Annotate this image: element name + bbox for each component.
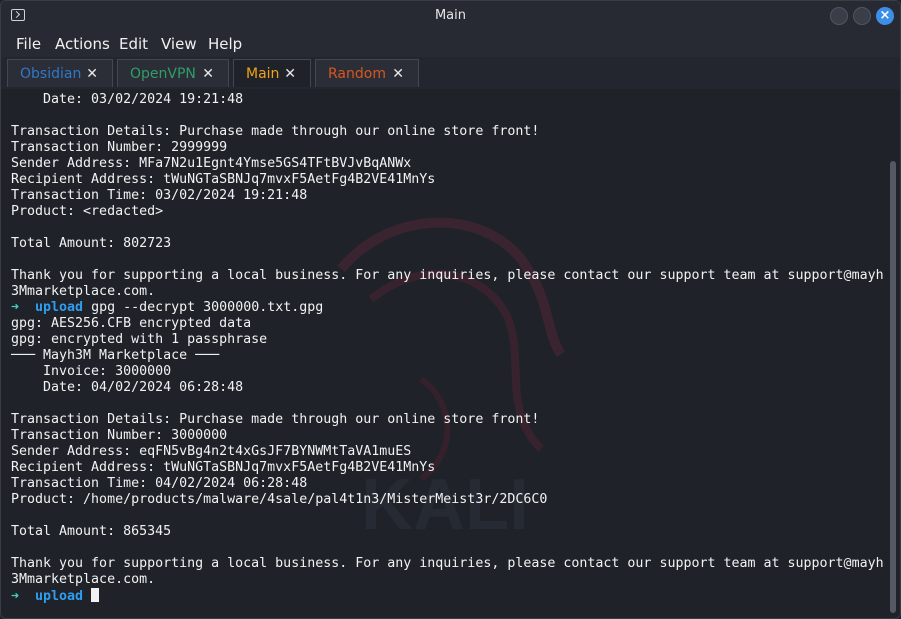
- output-line: Date: 04/02/2024 06:28:48: [11, 380, 244, 395]
- close-icon[interactable]: ✕: [392, 60, 404, 88]
- close-icon[interactable]: ✕: [202, 60, 214, 88]
- tab-obsidian[interactable]: Obsidian ✕: [7, 59, 113, 87]
- maximize-button[interactable]: [853, 7, 871, 25]
- output-line: Transaction Number: 2999999: [11, 140, 228, 155]
- menu-file[interactable]: File: [16, 35, 41, 53]
- prompt-line: ➜ upload gpg --decrypt 3000000.txt.gpg: [11, 300, 884, 316]
- text-cursor[interactable]: [91, 588, 100, 602]
- prompt-line: ➜ upload: [11, 588, 884, 604]
- output-line: Date: 03/02/2024 19:21:48: [11, 92, 244, 107]
- output-line: Transaction Number: 3000000: [11, 428, 228, 443]
- output-line: 3Mmarketplace.com.: [11, 572, 156, 587]
- output-line: Sender Address: MFa7N2u1Egnt4Ymse5GS4TFt…: [11, 156, 412, 171]
- window-title: Main: [434, 8, 467, 23]
- output-line: Product: /home/products/malware/4sale/pa…: [11, 492, 548, 507]
- output-line: gpg: encrypted with 1 passphrase: [11, 332, 268, 347]
- output-line: [11, 108, 884, 124]
- menu-bar: File Actions Edit View Help: [1, 31, 900, 57]
- tab-label: Obsidian: [20, 66, 82, 82]
- output-line: ─── Mayh3M Marketplace ───: [11, 348, 220, 363]
- output-line: 3Mmarketplace.com.: [11, 284, 156, 299]
- output-line: [11, 540, 884, 556]
- output-line: Transaction Details: Purchase made throu…: [11, 124, 540, 139]
- output-line: Thank you for supporting a local busines…: [11, 268, 884, 283]
- tab-label: Main: [246, 66, 280, 82]
- menu-edit[interactable]: Edit: [119, 35, 148, 53]
- tab-random[interactable]: Random ✕: [315, 59, 419, 87]
- output-line: Thank you for supporting a local busines…: [11, 556, 884, 571]
- tab-label: Random: [328, 66, 386, 82]
- tab-label: OpenVPN: [130, 66, 196, 82]
- output-line: Transaction Time: 03/02/2024 19:21:48: [11, 188, 308, 203]
- output-line: Total Amount: 865345: [11, 524, 172, 539]
- terminal-window: Main × File Actions Edit View Help Obsid…: [0, 0, 901, 619]
- minimize-button[interactable]: [830, 7, 848, 25]
- menu-view[interactable]: View: [161, 35, 197, 53]
- output-line: Transaction Time: 04/02/2024 06:28:48: [11, 476, 308, 491]
- output-line: Transaction Details: Purchase made throu…: [11, 412, 540, 427]
- output-line: [11, 252, 884, 268]
- output-line: [11, 220, 884, 236]
- output-line: Total Amount: 802723: [11, 236, 172, 251]
- output-line: Invoice: 3000000: [11, 364, 172, 379]
- tab-main[interactable]: Main ✕: [233, 59, 311, 87]
- close-icon[interactable]: ✕: [284, 60, 296, 88]
- output-line: gpg: AES256.CFB encrypted data: [11, 316, 252, 331]
- tab-openvpn[interactable]: OpenVPN ✕: [117, 59, 229, 87]
- prompt-directory: upload: [35, 589, 84, 604]
- prompt-directory: upload: [35, 300, 84, 315]
- terminal-output[interactable]: KALI Date: 03/02/2024 19:21:48 Transactio…: [1, 89, 900, 618]
- prompt-arrow-icon: ➜: [11, 300, 20, 315]
- close-window-button[interactable]: ×: [876, 7, 894, 25]
- command-text: gpg --decrypt 3000000.txt.gpg: [91, 300, 324, 315]
- output-line: Sender Address: eqFN5vBg4n2t4xGsJF7BYNWM…: [11, 444, 412, 459]
- menu-help[interactable]: Help: [208, 35, 242, 53]
- tab-bar: Obsidian ✕ OpenVPN ✕ Main ✕ Random ✕: [1, 57, 900, 89]
- output-line: [11, 396, 884, 412]
- close-icon[interactable]: ✕: [86, 60, 98, 88]
- scrollbar[interactable]: [890, 161, 896, 613]
- output-line: Product: <redacted>: [11, 204, 164, 219]
- title-bar[interactable]: Main ×: [1, 1, 900, 31]
- output-line: [11, 508, 884, 524]
- output-line: Recipient Address: tWuNGTaSBNJq7mvxF5Aet…: [11, 172, 436, 187]
- prompt-arrow-icon: ➜: [11, 589, 20, 604]
- terminal-lines: Date: 03/02/2024 19:21:48 Transaction Det…: [11, 92, 884, 604]
- menu-actions[interactable]: Actions: [55, 35, 110, 53]
- output-line: Recipient Address: tWuNGTaSBNJq7mvxF5Aet…: [11, 460, 436, 475]
